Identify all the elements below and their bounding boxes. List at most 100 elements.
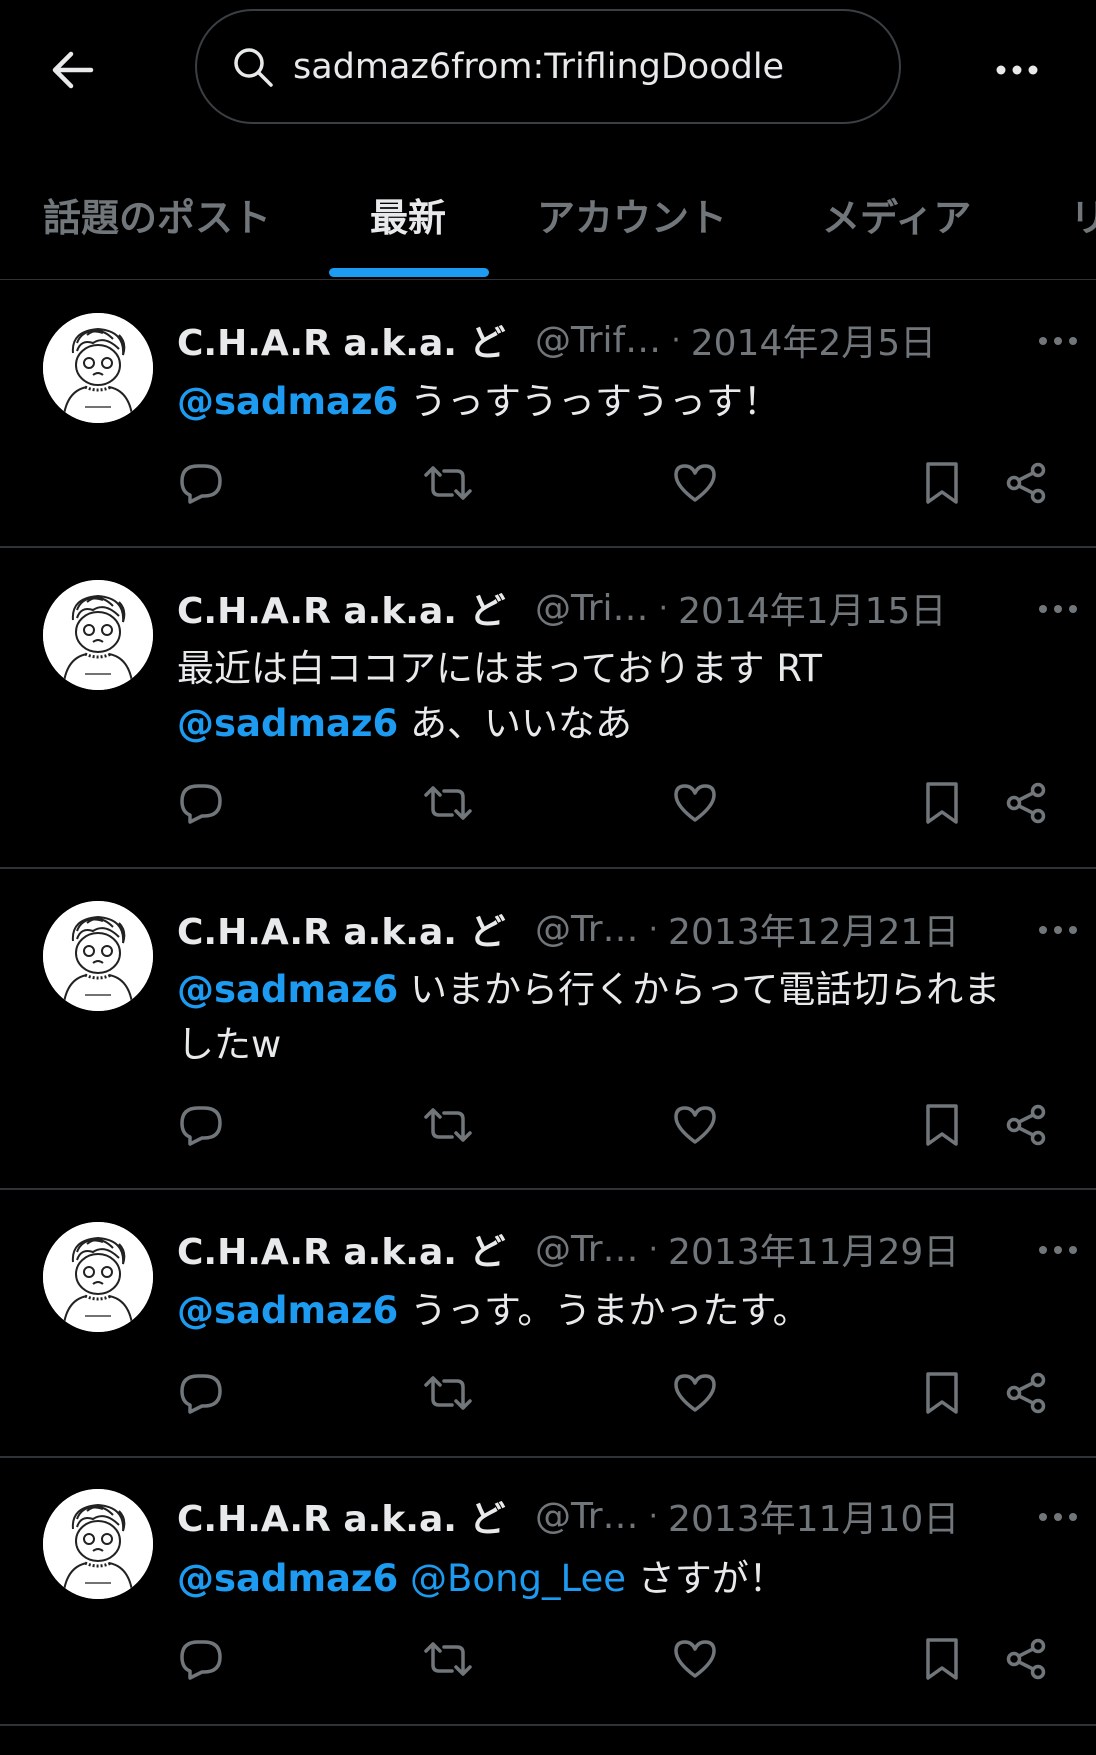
bookmark-button[interactable] (914, 1633, 970, 1689)
avatar[interactable] (43, 1222, 153, 1332)
tab-media[interactable]: メディア (822, 150, 971, 278)
post-more-button[interactable] (1030, 583, 1086, 633)
post-text: 最近は白ココアにはまっております RT (177, 647, 822, 690)
post-text: うっす。うまかったす。 (398, 1289, 810, 1332)
post[interactable]: C.H.A.R a.k.a. ど… @Tr… · 2013年11月29日 @sa… (0, 1190, 1096, 1458)
author-name[interactable]: C.H.A.R a.k.a. ど… (177, 903, 507, 955)
post-body: @sadmaz6 いまから行くからって電話切られま したw (177, 962, 1057, 1072)
back-button[interactable] (40, 38, 104, 102)
active-tab-indicator (329, 268, 489, 277)
post-header: C.H.A.R a.k.a. ど… @Trif… · 2014年2月5日 (177, 315, 1066, 365)
tab-top-posts[interactable]: 話題のポスト (43, 150, 271, 278)
like-button[interactable] (667, 1367, 723, 1423)
post-actions (0, 1099, 1096, 1159)
repost-button[interactable] (420, 1099, 476, 1155)
repost-button[interactable] (420, 777, 476, 833)
post-date[interactable]: 2013年11月29日 (668, 1223, 959, 1275)
share-icon (1004, 461, 1048, 509)
heart-icon (672, 782, 718, 828)
mention-link[interactable]: @sadmaz6 (177, 1289, 398, 1332)
avatar-illustration (43, 1489, 153, 1599)
bookmark-button[interactable] (914, 777, 970, 833)
repost-icon (422, 1639, 474, 1683)
repost-button[interactable] (420, 457, 476, 513)
bookmark-icon (922, 1636, 962, 1686)
more-horizontal-icon (996, 65, 1038, 75)
mention-link[interactable]: @sadmaz6 (177, 968, 398, 1011)
post-text: うっすうっすうっす！ (398, 380, 781, 423)
mention-link[interactable]: @sadmaz6 (177, 702, 398, 745)
like-button[interactable] (667, 1633, 723, 1689)
reply-button[interactable] (173, 1367, 229, 1423)
repost-icon (422, 1373, 474, 1417)
like-button[interactable] (667, 1099, 723, 1155)
post-more-button[interactable] (1030, 904, 1086, 954)
bookmark-button[interactable] (914, 1099, 970, 1155)
post-header: C.H.A.R a.k.a. ど… @Tr… · 2013年12月21日 (177, 904, 1066, 954)
author-handle[interactable]: @Tr… (535, 1496, 639, 1537)
post-more-button[interactable] (1030, 1491, 1086, 1541)
share-button[interactable] (998, 457, 1054, 513)
post[interactable]: C.H.A.R a.k.a. ど… @Tr… · 2013年12月21日 @sa… (0, 869, 1096, 1190)
author-name[interactable]: C.H.A.R a.k.a. ど… (177, 314, 507, 366)
avatar[interactable] (43, 313, 153, 423)
more-options-button[interactable] (985, 38, 1049, 102)
avatar[interactable] (43, 901, 153, 1011)
post-date[interactable]: 2014年2月5日 (691, 314, 936, 366)
search-tabs: 話題のポスト 最新 アカウント メディア リ (0, 150, 1096, 280)
tab-lists[interactable]: リ (1070, 150, 1096, 278)
author-name[interactable]: C.H.A.R a.k.a. ど… (177, 582, 507, 634)
separator-dot: · (648, 1231, 659, 1267)
avatar[interactable] (43, 580, 153, 690)
reply-button[interactable] (173, 457, 229, 513)
bookmark-button[interactable] (914, 1367, 970, 1423)
share-button[interactable] (998, 777, 1054, 833)
bookmark-button[interactable] (914, 457, 970, 513)
heart-icon (672, 462, 718, 508)
search-input[interactable]: sadmaz6from:TriflingDoodle (195, 9, 901, 124)
author-handle[interactable]: @Tri… (535, 588, 649, 629)
post[interactable]: C.H.A.R a.k.a. ど… @Tri… · 2014年1月15日 最近は… (0, 548, 1096, 869)
mention-link[interactable]: @sadmaz6 (177, 380, 398, 423)
reply-button[interactable] (173, 777, 229, 833)
like-button[interactable] (667, 777, 723, 833)
mention-link[interactable]: @sadmaz6 (177, 1557, 398, 1600)
repost-icon (422, 463, 474, 507)
author-handle[interactable]: @Tr… (535, 1229, 639, 1270)
share-button[interactable] (998, 1367, 1054, 1423)
avatar-illustration (43, 901, 153, 1011)
bookmark-icon (922, 1370, 962, 1420)
heart-icon (672, 1104, 718, 1150)
arrow-left-icon (52, 51, 94, 89)
author-handle[interactable]: @Tr… (535, 909, 639, 950)
share-button[interactable] (998, 1633, 1054, 1689)
post-text: さすが！ (626, 1557, 786, 1600)
post-date[interactable]: 2014年1月15日 (678, 582, 946, 634)
avatar[interactable] (43, 1489, 153, 1599)
post-more-button[interactable] (1030, 1224, 1086, 1274)
repost-button[interactable] (420, 1633, 476, 1689)
share-icon (1004, 1637, 1048, 1685)
mention-link[interactable]: @Bong_Lee (398, 1557, 626, 1600)
like-button[interactable] (667, 457, 723, 513)
more-horizontal-icon (1038, 331, 1078, 350)
bookmark-icon (922, 780, 962, 830)
post-header: C.H.A.R a.k.a. ど… @Tr… · 2013年11月29日 (177, 1224, 1066, 1274)
author-name[interactable]: C.H.A.R a.k.a. ど… (177, 1223, 507, 1275)
post-date[interactable]: 2013年11月10日 (668, 1490, 959, 1542)
post-more-button[interactable] (1030, 315, 1086, 365)
reply-button[interactable] (173, 1099, 229, 1155)
post-date[interactable]: 2013年12月21日 (668, 903, 959, 955)
search-query: sadmaz6from:TriflingDoodle (293, 46, 785, 87)
repost-button[interactable] (420, 1367, 476, 1423)
share-button[interactable] (998, 1099, 1054, 1155)
author-name[interactable]: C.H.A.R a.k.a. ど… (177, 1490, 507, 1542)
post[interactable]: C.H.A.R a.k.a. ど… @Tr… · 2013年11月10日 @sa… (0, 1458, 1096, 1726)
reply-icon (178, 462, 224, 508)
author-handle[interactable]: @Trif… (535, 320, 661, 361)
post-actions (0, 457, 1096, 517)
reply-button[interactable] (173, 1633, 229, 1689)
tab-latest[interactable]: 最新 (370, 150, 446, 278)
post[interactable]: C.H.A.R a.k.a. ど… @Trif… · 2014年2月5日 @sa… (0, 282, 1096, 548)
tab-accounts[interactable]: アカウント (537, 150, 727, 278)
